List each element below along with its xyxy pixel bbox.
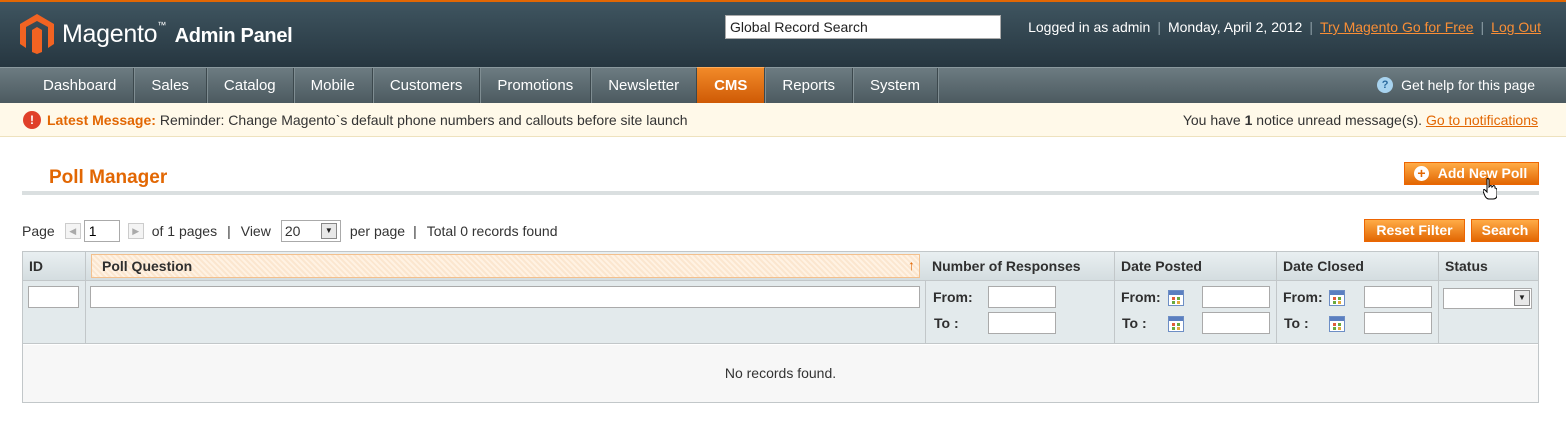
column-header-poll-question-label: Poll Question [102,258,193,274]
logout-link[interactable]: Log Out [1491,19,1541,35]
header-user-bar: Logged in as admin | Monday, April 2, 20… [1028,19,1541,35]
poll-grid: ID Poll Question ↑ Number of Responses D… [22,251,1539,403]
next-page-icon[interactable]: ▶ [127,223,144,239]
main-nav: Dashboard Sales Catalog Mobile Customers… [0,67,1566,103]
view-per-page-value: 20 [284,223,301,239]
date-closed-to-label: To : [1284,315,1309,331]
nav-dashboard[interactable]: Dashboard [26,68,135,103]
chevron-down-icon: ▼ [1514,290,1530,306]
prev-page-icon[interactable]: ◀ [64,223,81,239]
notice-message: Reminder: Change Magento`s default phone… [159,112,688,128]
notice-count-suffix: notice unread message(s). [1256,112,1423,128]
date-posted-from-label: From: [1121,289,1161,305]
reset-filter-button[interactable]: Reset Filter [1364,219,1465,242]
page-label: Page [22,223,55,239]
date-posted-from-input[interactable] [1202,286,1270,308]
no-records-message: No records found. [23,345,1538,402]
pager-separator: | [413,223,417,239]
current-date: Monday, April 2, 2012 [1167,19,1303,35]
go-to-notifications-link[interactable]: Go to notifications [1426,112,1538,128]
notice-label: Latest Message: [47,112,156,128]
global-search-input[interactable] [725,15,1001,39]
per-page-text: per page [349,223,406,239]
alert-icon: ! [23,111,41,129]
nav-catalog[interactable]: Catalog [207,68,294,103]
notice-count: 1 [1244,112,1253,128]
date-closed-to-input[interactable] [1364,312,1432,334]
calendar-icon[interactable] [1168,290,1184,306]
calendar-icon[interactable] [1329,290,1345,306]
poll-question-filter-input[interactable] [90,286,920,308]
column-header-poll-question[interactable]: Poll Question ↑ [91,254,920,278]
view-label: View [240,223,271,239]
help-link[interactable]: ? Get help for this page [1377,77,1535,93]
help-link-label: Get help for this page [1401,77,1535,93]
nav-reports[interactable]: Reports [765,68,853,103]
column-header-status[interactable]: Status [1439,252,1538,280]
responses-to-label: To : [934,315,959,331]
pager: Page ◀ ▶ of 1 pages | View 20 ▼ per page… [22,220,558,242]
hand-cursor-icon [1483,178,1497,200]
nav-promotions[interactable]: Promotions [480,68,592,103]
chevron-down-icon: ▼ [320,223,337,239]
magento-logo-icon [20,14,54,54]
page-number-input[interactable] [83,220,120,242]
logged-in-text: Logged in as admin [1028,19,1151,35]
logo-sub-text: Admin Panel [174,24,293,47]
column-header-date-posted[interactable]: Date Posted [1115,252,1277,280]
sort-ascending-icon: ↑ [908,257,915,273]
total-records-text: Total 0 records found [426,223,558,239]
view-per-page-select[interactable]: 20 ▼ [280,220,341,242]
nav-mobile[interactable]: Mobile [294,68,373,103]
logo-main-text: Magento [62,19,158,48]
header: Magento™ Admin Panel Logged in as admin … [0,0,1566,67]
nav-cms[interactable]: CMS [697,67,766,103]
plus-icon: + [1414,166,1429,181]
notice-count-prefix: You have [1182,112,1241,128]
grid-filter-row: From: To : From: To : From: To : ▼ [23,281,1538,344]
date-posted-to-label: To : [1122,315,1147,331]
page-title: Poll Manager [49,167,168,188]
add-new-poll-button[interactable]: + Add New Poll [1404,162,1539,185]
column-header-number-of-responses[interactable]: Number of Responses [926,252,1115,280]
column-header-date-closed[interactable]: Date Closed [1277,252,1439,280]
responses-from-label: From: [933,289,973,305]
title-divider [22,191,1539,195]
try-magento-go-link[interactable]: Try Magento Go for Free [1320,19,1474,35]
date-posted-to-input[interactable] [1202,312,1270,334]
calendar-icon[interactable] [1329,316,1345,332]
help-icon: ? [1377,77,1394,93]
search-button[interactable]: Search [1471,219,1539,242]
date-closed-from-input[interactable] [1364,286,1432,308]
responses-to-input[interactable] [988,312,1056,334]
nav-customers[interactable]: Customers [373,68,481,103]
status-filter-select[interactable]: ▼ [1443,288,1532,309]
column-header-id[interactable]: ID [23,252,86,280]
of-pages-text: of 1 pages [151,223,218,239]
notice-bar: ! Latest Message: Reminder: Change Magen… [0,103,1566,137]
nav-sales[interactable]: Sales [134,68,207,103]
magento-logo[interactable]: Magento™ Admin Panel [20,14,293,54]
nav-newsletter[interactable]: Newsletter [591,68,698,103]
pager-separator: | [227,223,231,239]
id-filter-input[interactable] [28,286,79,308]
date-closed-from-label: From: [1283,289,1323,305]
grid-header-row: ID Poll Question ↑ Number of Responses D… [23,252,1538,281]
nav-system[interactable]: System [853,68,938,103]
calendar-icon[interactable] [1168,316,1184,332]
responses-from-input[interactable] [988,286,1056,308]
